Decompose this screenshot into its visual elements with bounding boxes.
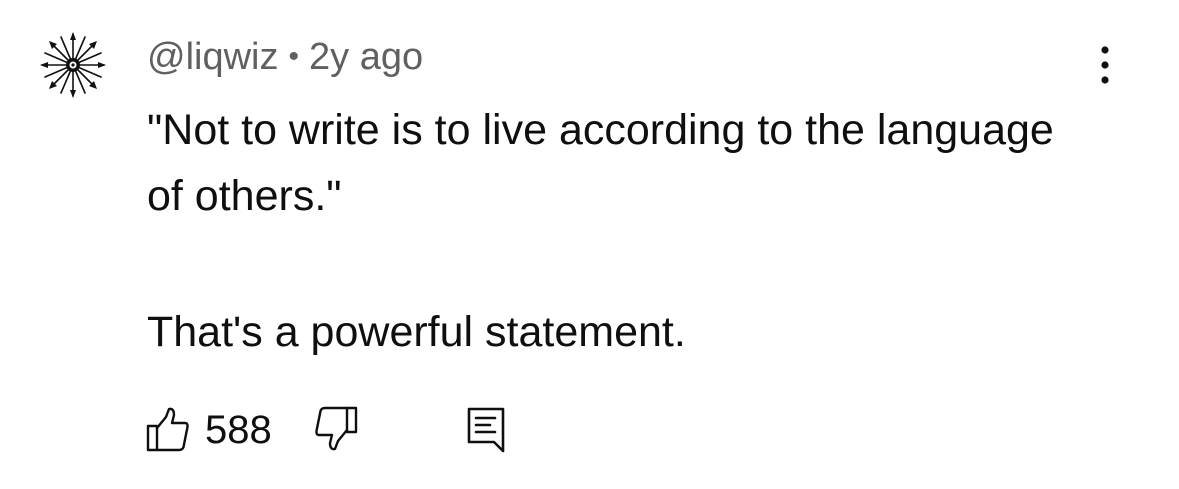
comment-paragraph: "Not to write is to live according to th…: [147, 106, 1054, 220]
like-button[interactable]: [145, 405, 191, 453]
comment-text: "Not to write is to live according to th…: [147, 97, 1087, 365]
like-count: 588: [205, 408, 272, 452]
reply-button[interactable]: [463, 405, 509, 455]
thumbs-up-icon: [146, 407, 189, 452]
header-separator: •: [288, 40, 299, 73]
avatar[interactable]: [38, 30, 108, 100]
comment-item: @liqwiz • 2y ago "Not to write is to live …: [0, 0, 1179, 489]
dislike-button[interactable]: [313, 405, 359, 453]
comment-paragraph: That's a powerful statement.: [147, 308, 686, 356]
author-name[interactable]: @liqwiz: [147, 36, 278, 78]
thumbs-down-icon: [315, 406, 358, 451]
compass-star-icon: [40, 32, 106, 98]
comment-header: @liqwiz • 2y ago: [147, 35, 423, 82]
more-vertical-icon: [1101, 46, 1109, 84]
reply-comment-icon: [467, 407, 505, 453]
comment-timestamp[interactable]: 2y ago: [309, 36, 423, 78]
more-options-button[interactable]: [1085, 40, 1125, 90]
